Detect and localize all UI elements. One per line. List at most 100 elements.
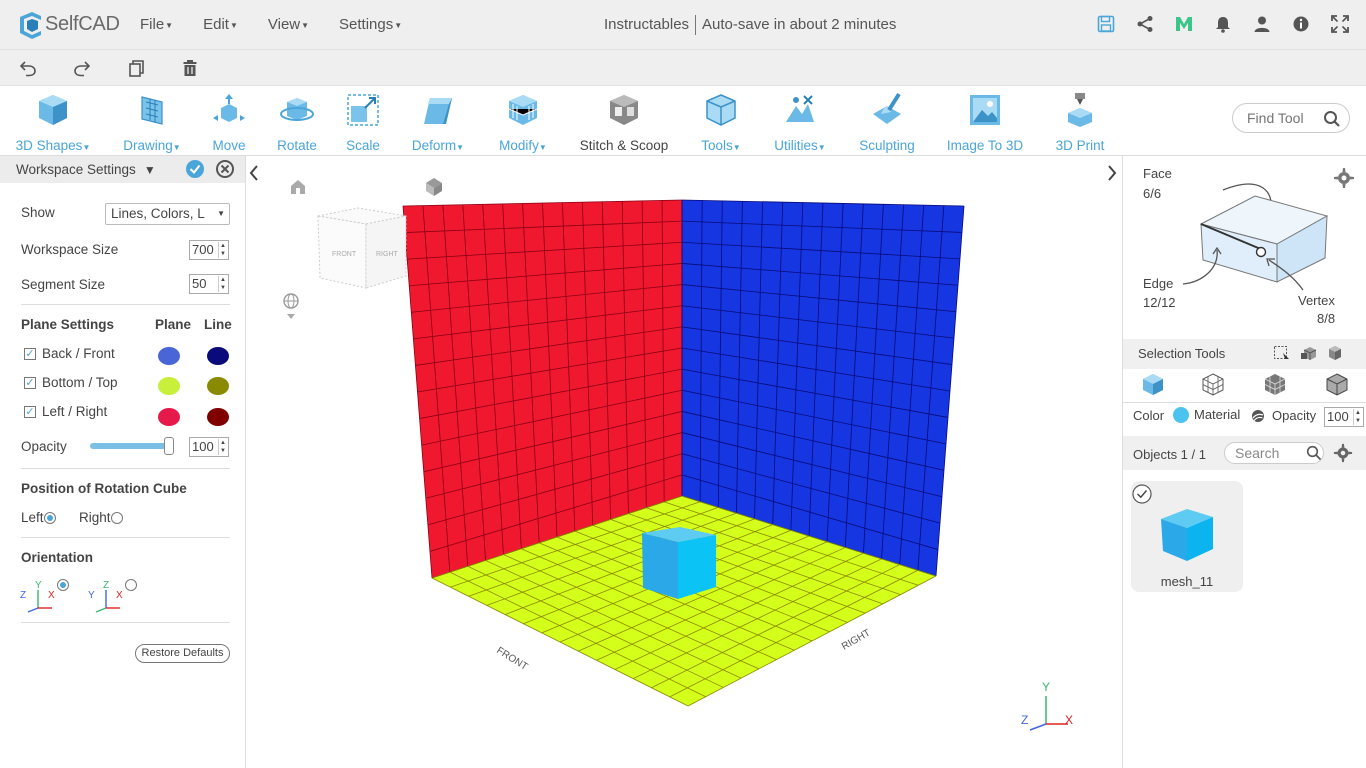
3d-viewport[interactable]: FRONT RIGHT FRONT RIGHT Y X Z [246, 156, 1122, 768]
vertex-mode-icon[interactable] [1325, 372, 1349, 396]
segment-size-stepper[interactable]: 50 ▲ ▼ [189, 274, 229, 294]
back-front-line-color[interactable] [207, 347, 229, 365]
select-all-icon[interactable] [1326, 344, 1344, 362]
selection-mode-diagram[interactable] [1163, 164, 1343, 304]
fullscreen-icon[interactable] [1330, 14, 1350, 34]
material-icon[interactable] [1251, 409, 1265, 423]
edge-mode-icon[interactable] [1263, 372, 1287, 396]
home-icon[interactable] [291, 180, 305, 194]
project-name[interactable]: Instructables [604, 16, 689, 33]
select-connected-icon[interactable] [1300, 344, 1318, 362]
tool-3d-shapes[interactable]: 3D Shapes▼ [12, 92, 94, 153]
bell-icon[interactable] [1213, 14, 1233, 34]
bottom-top-checkbox[interactable]: ✓ [24, 377, 36, 389]
camera-view-icon[interactable] [426, 178, 442, 196]
object-mode-icon[interactable] [1141, 372, 1165, 396]
tool-utilities[interactable]: Utilities▼ [770, 92, 830, 153]
tool-drawing[interactable]: Drawing▼ [118, 92, 186, 153]
deform-icon [424, 98, 452, 124]
redo-icon[interactable] [72, 58, 92, 78]
floor-front-label: FRONT [494, 645, 529, 673]
restore-defaults-button[interactable]: Restore Defaults [135, 644, 230, 663]
workspace-size-stepper[interactable]: 700 ▲ ▼ [189, 240, 229, 260]
search-icon[interactable] [1306, 445, 1322, 461]
rotation-left-option[interactable]: Left [21, 510, 56, 525]
collapse-left-icon[interactable] [249, 165, 258, 181]
face-mode-icon[interactable] [1201, 372, 1225, 396]
find-tool-input[interactable] [1247, 110, 1325, 126]
axis-y-label: Y [1042, 680, 1050, 694]
collapse-triangle-icon[interactable]: ▼ [144, 163, 156, 177]
mesh-thumbnail [1161, 509, 1213, 561]
menu-settings[interactable]: Settings▼ [339, 16, 402, 33]
checkmark-icon[interactable] [1131, 483, 1153, 505]
rotation-right-radio[interactable] [110, 512, 123, 525]
drawing-icon [141, 96, 163, 125]
left-right-checkbox[interactable]: ✓ [24, 406, 36, 418]
left-right-plane-color[interactable] [158, 408, 180, 426]
back-front-label: Back / Front [42, 346, 115, 361]
collapse-right-icon[interactable] [1108, 165, 1117, 181]
app-name: SelfCAD [45, 13, 120, 35]
find-tool-field[interactable] [1232, 103, 1350, 133]
face-count: 6/6 [1143, 186, 1162, 201]
tool-3d-print[interactable]: 3D Print [1052, 92, 1108, 153]
object-color-swatch[interactable] [1173, 407, 1189, 423]
divider [21, 304, 230, 305]
m-logo-icon[interactable] [1174, 14, 1194, 34]
delete-icon[interactable] [180, 58, 200, 78]
left-right-line-color[interactable] [207, 408, 229, 426]
back-front-plane-color[interactable] [158, 347, 180, 365]
tool-scale[interactable]: Scale [340, 92, 386, 153]
rotation-left-radio[interactable] [43, 512, 56, 525]
view-cube[interactable]: FRONT RIGHT [317, 207, 407, 289]
selfcad-logo-icon [20, 11, 41, 39]
bottom-top-line-color[interactable] [207, 377, 229, 395]
quick-action-bar [0, 49, 1366, 85]
tool-sculpting[interactable]: Sculpting [856, 92, 918, 153]
bottom-top-plane-color[interactable] [158, 377, 180, 395]
scene-canvas[interactable]: FRONT RIGHT FRONT RIGHT Y X Z [246, 156, 1122, 768]
opacity-stepper[interactable]: 100 ▲ ▼ [189, 437, 229, 457]
opacity-slider[interactable] [90, 443, 170, 449]
share-icon[interactable] [1135, 14, 1155, 34]
3d-print-icon [1068, 93, 1092, 127]
menu-view[interactable]: View▼ [268, 16, 309, 33]
undo-icon[interactable] [18, 58, 38, 78]
tool-stitch-scoop[interactable]: Stitch & Scoop [578, 92, 670, 153]
user-icon[interactable] [1252, 14, 1272, 34]
tool-image-to-3d[interactable]: Image To 3D [944, 92, 1026, 153]
material-label[interactable]: Material [1194, 407, 1240, 422]
tool-tools[interactable]: Tools▼ [697, 92, 745, 153]
back-front-checkbox[interactable]: ✓ [24, 348, 36, 360]
object-opacity-stepper[interactable]: 100 ▲ ▼ [1324, 407, 1364, 427]
panel-header: Workspace Settings ▼ [0, 156, 245, 183]
info-icon[interactable] [1291, 14, 1311, 34]
menu-file[interactable]: File▼ [140, 16, 173, 33]
search-icon[interactable] [1323, 110, 1341, 128]
axis-gizmo: Y X Z [1021, 680, 1073, 731]
tool-move[interactable]: Move [205, 92, 253, 153]
save-icon[interactable] [1096, 14, 1116, 34]
opacity-slider-handle[interactable] [164, 437, 174, 455]
menu-edit[interactable]: Edit▼ [203, 16, 238, 33]
gear-icon[interactable] [1333, 443, 1353, 463]
rotation-right-option[interactable]: Right [79, 510, 123, 525]
confirm-icon[interactable] [186, 160, 204, 178]
svg-text:X: X [48, 590, 55, 601]
app-logo[interactable]: SelfCAD [16, 11, 126, 39]
mesh-object[interactable] [642, 527, 716, 599]
tool-rotate[interactable]: Rotate [272, 92, 322, 153]
box-select-icon[interactable] [1273, 344, 1291, 362]
close-icon[interactable] [216, 160, 234, 178]
show-select[interactable]: Lines, Colors, L ▼ [105, 203, 230, 225]
object-name: mesh_11 [1160, 574, 1214, 589]
panel-title: Workspace Settings [16, 162, 136, 177]
tool-modify[interactable]: Modify▼ [494, 92, 552, 153]
copy-icon[interactable] [126, 58, 146, 78]
orientation-option-2[interactable]: Z Y X [88, 578, 140, 614]
orientation-option-1[interactable]: Y Z X [20, 578, 72, 614]
globe-icon[interactable] [283, 293, 299, 319]
tool-deform[interactable]: Deform▼ [406, 92, 470, 153]
object-card[interactable]: mesh_11 [1131, 481, 1243, 592]
